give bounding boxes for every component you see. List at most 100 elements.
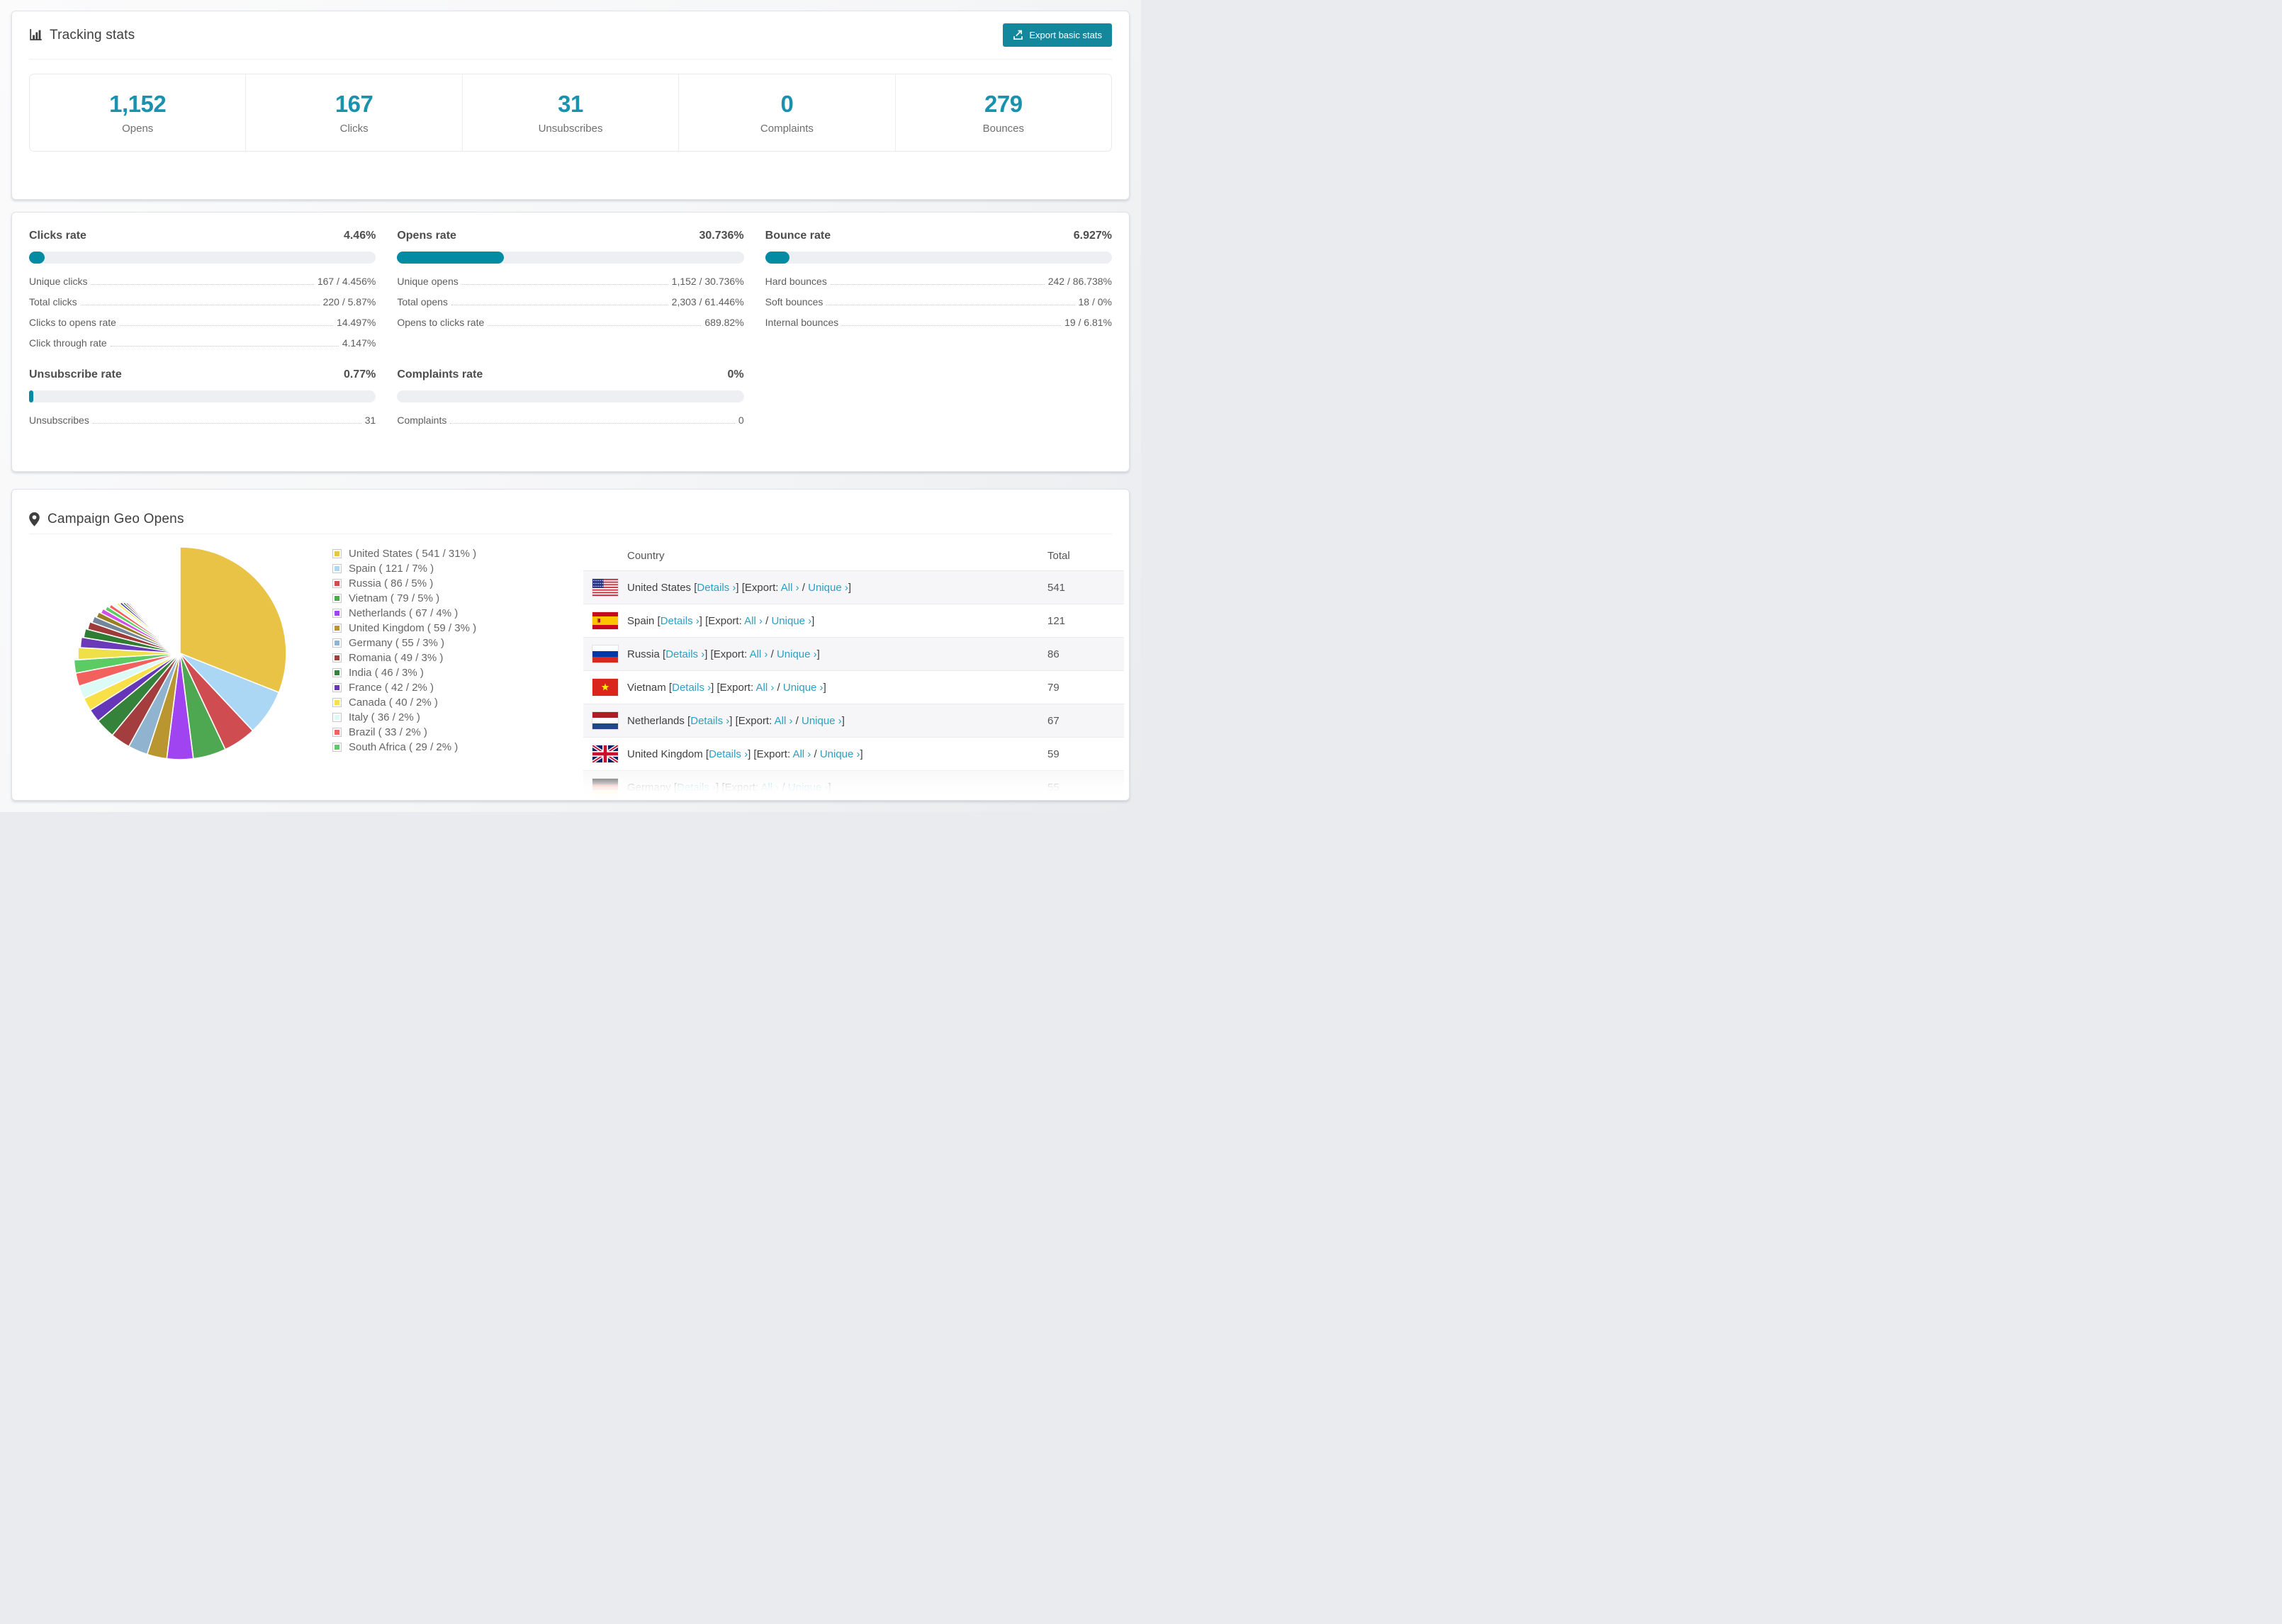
es-flag-icon [592, 612, 618, 629]
legend-item: Germany ( 55 / 3% ) [332, 636, 476, 650]
export-unique-link[interactable]: Unique › [820, 748, 860, 760]
rate-stat-row: Unique clicks 167 / 4.456% [29, 276, 376, 287]
legend-swatch [332, 698, 342, 707]
details-link[interactable]: Details › [665, 648, 704, 660]
details-link[interactable]: Details › [661, 615, 699, 627]
legend-label: Italy ( 36 / 2% ) [349, 711, 420, 723]
legend-swatch [332, 594, 342, 603]
geo-opens-body: United States ( 541 / 31% ) Spain ( 121 /… [12, 534, 1129, 800]
legend-item: France ( 42 / 2% ) [332, 680, 476, 695]
table-row-es: Spain [Details ›] [Export: All › / Uniqu… [583, 604, 1124, 638]
geo-opens-title: Campaign Geo Opens [47, 511, 184, 526]
legend-label: South Africa ( 29 / 2% ) [349, 741, 459, 753]
country-name: Germany [627, 781, 671, 794]
country-name: Vietnam [627, 681, 666, 694]
rates-grid: Clicks rate 4.46% Unique clicks 167 / 4.456… [12, 213, 1129, 443]
rate-stat-value: 19 / 6.81% [1064, 317, 1112, 328]
rate-section-complaints: Complaints rate 0% Complaints 0 [397, 368, 744, 426]
summary-value: 1,152 [109, 91, 167, 117]
total-cell: 67 [1047, 714, 1060, 727]
country-name: United States [627, 581, 692, 594]
legend-label: Brazil ( 33 / 2% ) [349, 726, 427, 738]
details-link[interactable]: Details › [697, 582, 736, 594]
rate-section-unsubscribe: Unsubscribe rate 0.77% Unsubscribes 31 [29, 368, 376, 426]
details-link[interactable]: Details › [672, 682, 711, 694]
export-all-link[interactable]: All › [756, 682, 775, 694]
dotted-leader [461, 284, 668, 285]
total-cell: 86 [1047, 648, 1060, 660]
export-all-link[interactable]: All › [781, 582, 799, 594]
country-name: Netherlands [627, 714, 685, 727]
progress-bar-track [29, 252, 376, 264]
rate-title: Unsubscribe rate [29, 368, 122, 380]
details-link[interactable]: Details › [677, 782, 716, 794]
progress-bar-track [29, 390, 376, 402]
rate-title: Clicks rate [29, 230, 86, 242]
legend-swatch [332, 683, 342, 692]
ru-flag-icon [592, 645, 618, 662]
geo-country-table: Country Total United States [Details ›] [E… [583, 541, 1124, 800]
legend-label: Spain ( 121 / 7% ) [349, 563, 434, 575]
details-link[interactable]: Details › [709, 748, 748, 760]
dotted-leader [119, 325, 334, 326]
country-cell: Russia [Details ›] [Export: All › / Uniq… [627, 648, 820, 660]
legend-swatch [332, 624, 342, 633]
rate-stat-label: Click through rate [29, 337, 107, 349]
gb-flag-icon [592, 745, 618, 762]
legend-label: United States ( 541 / 31% ) [349, 548, 477, 560]
table-row-gb: United Kingdom [Details ›] [Export: All … [583, 738, 1124, 771]
legend-label: Germany ( 55 / 3% ) [349, 637, 445, 649]
export-all-link[interactable]: All › [744, 615, 763, 627]
export-all-link[interactable]: All › [750, 648, 768, 660]
summary-label: Unsubscribes [538, 123, 603, 135]
summary-stats-row: 1,152 Opens 167 Clicks 31 Unsubscribes 0 Compla… [29, 74, 1112, 152]
summary-cell-clicks: 167 Clicks [245, 74, 461, 151]
country-cell: Spain [Details ›] [Export: All › / Uniqu… [627, 614, 815, 627]
legend-label: Netherlands ( 67 / 4% ) [349, 607, 459, 619]
legend-swatch [332, 638, 342, 648]
legend-item: Russia ( 86 / 5% ) [332, 576, 476, 591]
legend-swatch [332, 668, 342, 677]
export-unique-link[interactable]: Unique › [771, 615, 811, 627]
legend-item: Canada ( 40 / 2% ) [332, 695, 476, 710]
export-unique-link[interactable]: Unique › [783, 682, 824, 694]
progress-bar-track [765, 252, 1112, 264]
rate-stat-label: Unique clicks [29, 276, 88, 287]
export-basic-stats-button[interactable]: Export basic stats [1003, 23, 1112, 47]
rate-stat-row: Hard bounces 242 / 86.738% [765, 276, 1112, 287]
summary-value: 31 [558, 91, 583, 117]
rate-stat-value: 242 / 86.738% [1047, 276, 1112, 287]
total-cell: 59 [1047, 748, 1060, 760]
details-link[interactable]: Details › [690, 715, 729, 727]
export-unique-link[interactable]: Unique › [777, 648, 817, 660]
summary-cell-complaints: 0 Complaints [678, 74, 894, 151]
map-pin-icon [29, 512, 40, 526]
legend-swatch [332, 549, 342, 558]
summary-label: Clicks [339, 123, 369, 135]
table-row-de: Germany [Details ›] [Export: All › / Uni… [583, 771, 1124, 800]
rate-stat-value: 18 / 0% [1078, 296, 1112, 308]
legend-label: Canada ( 40 / 2% ) [349, 697, 438, 709]
geo-opens-panel: Campaign Geo Opens United States ( 541 /… [11, 489, 1130, 801]
legend-swatch [332, 728, 342, 737]
total-cell: 55 [1047, 781, 1060, 794]
de-flag-icon [592, 779, 618, 796]
legend-item: Netherlands ( 67 / 4% ) [332, 606, 476, 621]
export-unique-link[interactable]: Unique › [808, 582, 848, 594]
export-unique-link[interactable]: Unique › [802, 715, 842, 727]
rate-rows: Unique clicks 167 / 4.456% Total clicks 220… [29, 276, 376, 349]
export-all-link[interactable]: All › [792, 748, 811, 760]
export-all-link[interactable]: All › [775, 715, 793, 727]
export-unique-link[interactable]: Unique › [788, 782, 828, 794]
rate-rows: Complaints 0 [397, 415, 743, 426]
export-all-link[interactable]: All › [760, 782, 779, 794]
progress-bar-fill [29, 252, 45, 264]
rate-stat-value: 220 / 5.87% [322, 296, 376, 308]
rate-stat-label: Internal bounces [765, 317, 839, 328]
summary-cell-bounces: 279 Bounces [894, 74, 1111, 151]
rate-stat-label: Clicks to opens rate [29, 317, 116, 328]
vn-flag-icon [592, 679, 618, 696]
summary-value: 0 [780, 91, 794, 117]
rate-section-header: Complaints rate 0% [397, 368, 743, 381]
dotted-leader [91, 284, 314, 285]
